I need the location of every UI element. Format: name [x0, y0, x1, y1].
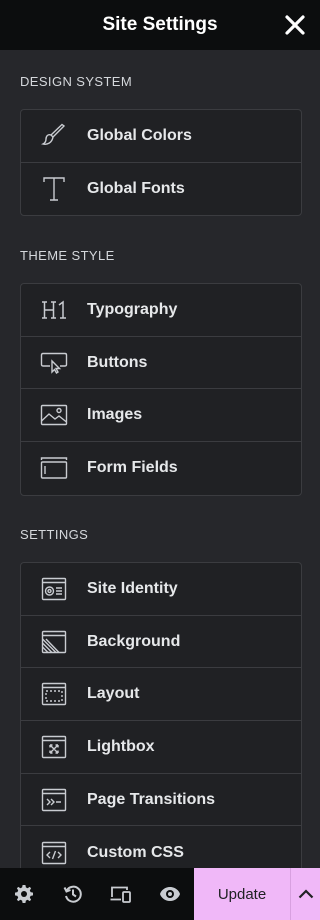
button-cursor-icon [21, 337, 87, 389]
menu-item-layout[interactable]: Layout [21, 668, 301, 722]
menu-item-label: Typography [87, 300, 178, 318]
close-icon[interactable] [282, 12, 308, 38]
history-icon[interactable] [49, 868, 98, 920]
settings-card: Site Identity Background Layout Lightbox… [20, 562, 302, 882]
menu-item-form-fields[interactable]: Form Fields [21, 442, 301, 495]
menu-item-label: Buttons [87, 353, 148, 371]
footer-toolbar: Update [0, 868, 320, 920]
theme-style-card: Typography Buttons Images Form Fields [20, 283, 302, 496]
menu-item-label: Background [87, 632, 181, 650]
menu-item-label: Layout [87, 685, 140, 703]
responsive-icon[interactable] [97, 868, 146, 920]
page-title: Site Settings [102, 14, 218, 35]
menu-item-background[interactable]: Background [21, 616, 301, 669]
menu-item-buttons[interactable]: Buttons [21, 337, 301, 390]
menu-item-label: Custom CSS [87, 843, 184, 861]
section-title-design-system: DESIGN SYSTEM [20, 74, 133, 89]
update-button[interactable]: Update [194, 868, 290, 920]
menu-item-label: Images [87, 406, 143, 424]
menu-item-lightbox[interactable]: Lightbox [21, 721, 301, 774]
form-field-icon [21, 442, 87, 495]
design-system-card: Global Colors Global Fonts [20, 109, 302, 217]
panel-header: Site Settings [0, 0, 320, 50]
menu-item-label: Site Identity [87, 579, 178, 597]
site-identity-icon [21, 563, 87, 615]
heading-icon [21, 284, 87, 336]
menu-item-global-colors[interactable]: Global Colors [21, 110, 301, 163]
menu-item-label: Lightbox [87, 737, 155, 755]
menu-item-label: Global Colors [87, 126, 192, 144]
gear-icon[interactable] [0, 868, 49, 920]
menu-item-global-fonts[interactable]: Global Fonts [21, 163, 301, 216]
eye-icon[interactable] [146, 868, 195, 920]
menu-item-label: Global Fonts [87, 180, 185, 198]
layout-icon [21, 668, 87, 720]
page-transitions-icon [21, 774, 87, 826]
image-icon [21, 389, 87, 441]
section-title-theme-style: THEME STYLE [20, 248, 115, 263]
font-icon [21, 163, 87, 216]
menu-item-images[interactable]: Images [21, 389, 301, 443]
menu-item-typography[interactable]: Typography [21, 284, 301, 337]
chevron-up-icon[interactable] [290, 868, 320, 920]
menu-item-label: Page Transitions [87, 790, 216, 808]
lightbox-icon [21, 721, 87, 773]
background-icon [21, 616, 87, 668]
menu-item-page-transitions[interactable]: Page Transitions [21, 774, 301, 827]
brush-icon [21, 110, 87, 162]
menu-item-label: Form Fields [87, 459, 178, 477]
section-title-settings: SETTINGS [20, 527, 89, 542]
menu-item-site-identity[interactable]: Site Identity [21, 563, 301, 616]
